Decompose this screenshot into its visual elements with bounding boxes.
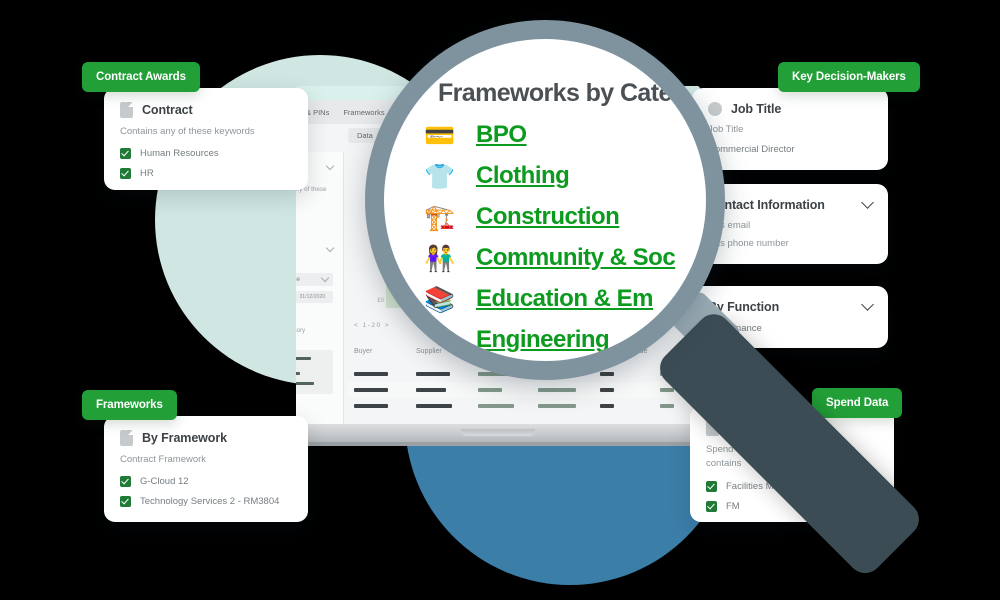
magnified-content: Frameworks by Cate 💳 BPO 👕 Clothing 🏗️ C… [384,39,706,361]
books-icon: 📚 [424,284,456,314]
chevron-down-icon[interactable] [861,298,874,311]
laptop-foot [282,442,714,446]
card-header[interactable]: Contact Information [708,196,874,212]
category-link-community-social[interactable]: Community & Soc [476,244,676,272]
date-range-value: Custom Date Range [296,275,301,283]
filter-option[interactable] [296,355,330,362]
card-option-label: Human Resources [140,148,219,160]
screenshot-stage: & PINs Frameworks Data Transaction Spend… [0,0,1000,600]
table-row[interactable] [348,398,700,414]
laptop-notch [461,429,535,436]
category-row[interactable]: 👫 Community & Soc [424,244,706,272]
tab-pins[interactable]: & PINs [306,108,329,117]
card-subtitle: Job Title [708,124,744,135]
filter-header[interactable]: By dates [296,244,335,255]
filter-description: Date paid [296,258,333,267]
magnifier: Frameworks by Cate 💳 BPO 👕 Clothing 🏗️ C… [365,20,926,581]
category-row[interactable]: 🏗️ Construction [424,203,706,231]
filter-section-buyer: By buyer Buyer name or category [296,312,333,394]
job-title-value: Commercial Director [708,144,795,156]
clipboard-icon [120,430,133,446]
card-title: By Framework [142,431,227,445]
pill-frameworks[interactable]: Frameworks [82,390,177,420]
category-link-clothing[interactable]: Clothing [476,162,570,190]
people-icon: 👫 [424,243,456,273]
card-title: Job Title [731,102,782,116]
chevron-down-icon[interactable] [325,244,335,253]
magnifier-lens: Frameworks by Cate 💳 BPO 👕 Clothing 🏗️ C… [365,20,725,380]
category-row[interactable]: 👷 Engineering [424,326,706,354]
checkbox-icon[interactable] [120,168,131,180]
document-icon [120,102,133,118]
card-option[interactable]: G-Cloud 12 [120,476,292,488]
date-range-select[interactable]: Custom Date Range [296,272,333,286]
card-header: Contract [120,102,292,118]
chevron-down-icon[interactable] [861,196,874,209]
card-title: Contract [142,103,193,117]
pill-key-decision-makers[interactable]: Key Decision-Makers [778,62,920,92]
framework-card: By Framework Contract Framework G-Cloud … [104,416,308,522]
filter-option[interactable] [296,370,327,377]
card-option-label: HR [140,168,154,180]
category-link-engineering[interactable]: Engineering [476,326,610,354]
filter-option-group [296,364,330,392]
card-option-label: Technology Services 2 - RM3804 [140,496,280,508]
filter-description: Buyer name or category [296,326,306,334]
table-row[interactable] [348,382,700,398]
card-option-label: Has phone number [708,238,789,250]
card-subtitle: Contract Framework [120,454,207,465]
checkbox-icon[interactable] [706,480,717,492]
filter-option-group [296,349,333,394]
card-header[interactable]: By Function [708,298,874,314]
card-option[interactable]: Technology Services 2 - RM3804 [120,496,292,508]
card-option[interactable]: Human Resources [120,148,292,160]
crane-icon: 🏗️ [424,202,456,232]
card-option-label: FM [726,500,740,512]
category-link-construction[interactable]: Construction [476,203,620,231]
filter-option[interactable] [296,340,333,347]
category-link-bpo[interactable]: BPO [476,121,527,149]
filter-option[interactable] [296,208,333,215]
card-option-label: G-Cloud 12 [140,476,189,488]
construction-worker-icon: 👷 [424,325,456,355]
card-option[interactable]: HR [120,168,292,180]
checkbox-icon[interactable] [120,476,131,488]
t-shirt-icon: 👕 [424,161,456,191]
filter-option[interactable] [296,228,333,235]
card-option-label: Has email [708,220,751,231]
filter-sidebar: Transaction Spend type, category or desc… [296,152,344,426]
contract-card: Contract Contains any of these keywords … [104,88,308,190]
card-header: Job Title [708,102,872,116]
pill-contract-awards[interactable]: Contract Awards [82,62,200,92]
category-row[interactable]: 👕 Clothing [424,162,706,190]
checkbox-icon[interactable] [120,496,131,508]
card-title: Contact Information [708,198,825,212]
card-subtitle: Contains any of these keywords [120,126,255,137]
checkbox-icon[interactable] [120,148,131,160]
date-range-inputs: 01/01/2016 to 31/12/2020 [296,290,334,303]
date-to-input[interactable]: 31/12/2020 [296,290,334,303]
pill-spend-data[interactable]: Spend Data [812,388,903,418]
redacted-label [296,371,300,375]
card-header: By Framework [120,430,292,446]
category-row[interactable]: 💳 BPO [424,121,706,149]
redacted-label [296,381,314,385]
credit-card-icon: 💳 [424,120,456,150]
filter-header[interactable]: By buyer [296,312,333,323]
filter-section-dates: By dates Date paid Custom Date Range 01/… [296,244,335,303]
filter-option[interactable] [296,380,327,387]
checkbox-icon[interactable] [706,500,717,512]
category-link-education-employment[interactable]: Education & Em [476,285,654,313]
category-row[interactable]: 📚 Education & Em [424,285,706,313]
filter-option[interactable] [296,218,333,225]
redacted-label [296,356,311,360]
chevron-down-icon[interactable] [320,273,330,283]
chevron-down-icon[interactable] [325,161,335,171]
magnified-title: Frameworks by Cate [438,79,672,107]
